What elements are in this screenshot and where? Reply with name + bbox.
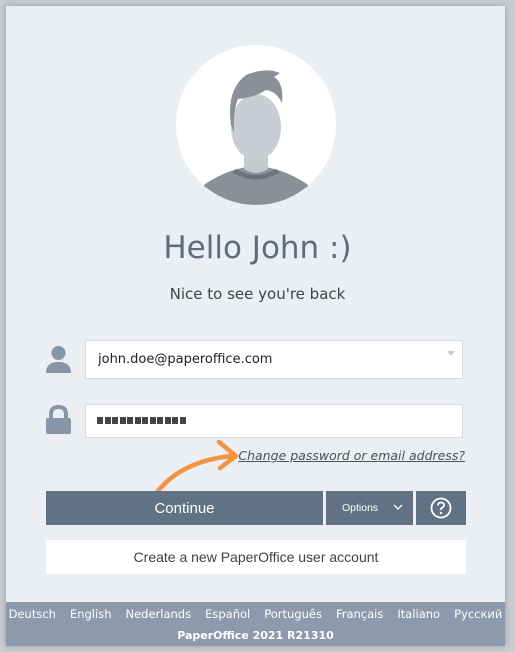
user-icon (46, 346, 71, 373)
continue-button[interactable]: Continue (46, 491, 323, 525)
password-mask-dot (164, 417, 171, 424)
options-label: Options (342, 502, 379, 514)
greeting-subtitle: Nice to see you're back (169, 285, 346, 303)
password-field[interactable] (85, 404, 463, 438)
language-francais[interactable]: Français (336, 607, 383, 621)
language-nederlands[interactable]: Nederlands (125, 607, 191, 621)
password-mask-dot (119, 417, 126, 424)
options-button[interactable]: Options (326, 491, 413, 525)
password-mask-dot (112, 417, 118, 424)
password-mask-dot (97, 417, 103, 424)
password-mask-dot (104, 417, 111, 424)
password-mask-dot (172, 417, 178, 424)
language-espanol[interactable]: Español (205, 607, 250, 621)
user-avatar-icon (194, 70, 318, 205)
version-label: PaperOffice 2021 R21310 (177, 629, 334, 642)
password-mask-dot (142, 417, 148, 424)
password-mask-dot (149, 417, 156, 424)
help-button[interactable] (416, 491, 466, 525)
continue-label: Continue (154, 499, 215, 517)
lock-icon (46, 405, 71, 434)
language-italiano[interactable]: Italiano (397, 607, 440, 621)
email-input[interactable] (86, 341, 462, 378)
language-russian[interactable]: Русский (454, 607, 502, 621)
chevron-down-icon (393, 504, 403, 510)
language-portugues[interactable]: Português (264, 607, 322, 621)
footer: Deutsch English Nederlands Español Portu… (6, 602, 505, 646)
avatar (176, 45, 336, 205)
language-english[interactable]: English (70, 607, 112, 621)
change-password-link[interactable]: Change password or email address? (238, 448, 465, 463)
language-deutsch[interactable]: Deutsch (9, 607, 56, 621)
password-mask-dot (179, 417, 186, 424)
password-mask-dot (127, 417, 133, 424)
create-account-button[interactable]: Create a new PaperOffice user account (46, 540, 466, 574)
greeting-title: Hello John :) (163, 230, 352, 266)
caret-down-icon[interactable] (447, 351, 455, 356)
password-mask[interactable] (97, 417, 187, 424)
question-circle-icon (430, 497, 452, 519)
password-mask-dot (157, 417, 163, 424)
password-mask-dot (134, 417, 141, 424)
language-list: Deutsch English Nederlands Español Portu… (6, 607, 505, 621)
email-field[interactable] (85, 340, 463, 379)
